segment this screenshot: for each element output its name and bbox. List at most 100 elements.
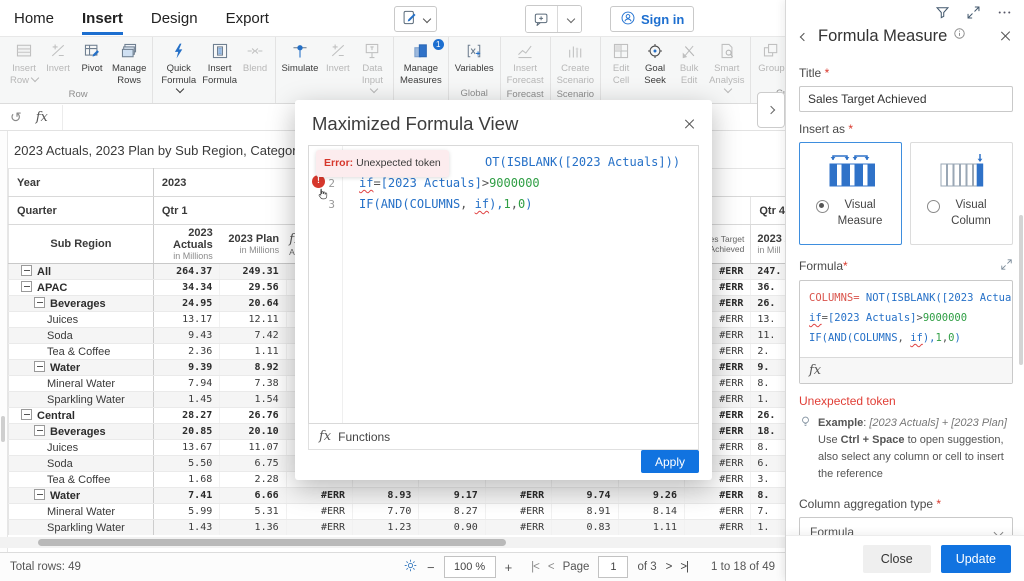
- cell[interactable]: 28.27: [153, 407, 221, 424]
- cell[interactable]: 7.41: [153, 487, 221, 504]
- page-prev-button[interactable]: <: [548, 561, 555, 573]
- row-label[interactable]: Beverages: [8, 295, 154, 312]
- panel-scrollbar-thumb[interactable]: [1019, 215, 1023, 365]
- collapse-toggle[interactable]: [34, 425, 45, 436]
- zoom-level-input[interactable]: [443, 556, 496, 578]
- row-label[interactable]: Water: [8, 487, 154, 504]
- row-label[interactable]: Soda: [8, 455, 154, 472]
- cell[interactable]: 6.: [750, 455, 785, 472]
- cell[interactable]: 8.92: [219, 359, 287, 376]
- cell[interactable]: 249.31: [219, 263, 287, 280]
- cell[interactable]: #ERR: [684, 503, 752, 520]
- apply-button[interactable]: Apply: [641, 450, 699, 473]
- page-number-input[interactable]: [598, 556, 629, 578]
- settings-gear-icon[interactable]: [403, 558, 418, 576]
- cell[interactable]: 8.93: [352, 487, 420, 504]
- ribbon-button-simulate[interactable]: Simulate: [279, 41, 321, 76]
- cell[interactable]: 36.: [750, 279, 785, 296]
- cell[interactable]: 9.39: [153, 359, 221, 376]
- cell[interactable]: 7.70: [352, 503, 420, 520]
- cell[interactable]: 1.: [750, 519, 785, 535]
- menu-tab-insert[interactable]: Insert: [82, 10, 123, 35]
- ribbon-button-manage-rows[interactable]: Manage Rows: [109, 41, 149, 87]
- collapse-toggle[interactable]: [21, 265, 32, 276]
- ribbon-button-pivot[interactable]: Pivot: [75, 41, 109, 76]
- cell[interactable]: #ERR: [286, 519, 354, 535]
- cell[interactable]: 1.43: [153, 519, 221, 535]
- cell[interactable]: 8.: [750, 439, 785, 456]
- collapse-toggle[interactable]: [34, 361, 45, 372]
- cell[interactable]: 1.11: [618, 519, 685, 535]
- row-label[interactable]: Tea & Coffee: [8, 343, 154, 360]
- ribbon-overflow-chevron[interactable]: [757, 92, 785, 128]
- cell[interactable]: 1.36: [219, 519, 287, 535]
- cell[interactable]: 11.: [750, 327, 785, 344]
- visual-column-option[interactable]: Visual Column: [910, 142, 1013, 245]
- edit-mode-button[interactable]: [394, 6, 437, 32]
- ribbon-button-variables[interactable]: Variables: [452, 41, 497, 76]
- row-label[interactable]: Mineral Water: [8, 375, 154, 392]
- cell[interactable]: 2.36: [153, 343, 221, 360]
- close-panel-icon[interactable]: [999, 30, 1011, 42]
- cell[interactable]: 9.: [750, 359, 785, 376]
- cell[interactable]: 3.: [750, 471, 785, 488]
- row-label[interactable]: Sparkling Water: [8, 519, 154, 535]
- row-label[interactable]: Water: [8, 359, 154, 376]
- close-modal-icon[interactable]: [683, 118, 695, 130]
- cell[interactable]: #ERR: [286, 503, 354, 520]
- page-last-button[interactable]: >|: [680, 561, 689, 573]
- cell[interactable]: 9.17: [418, 487, 486, 504]
- cell[interactable]: 13.17: [153, 311, 221, 328]
- row-label[interactable]: Soda: [8, 327, 154, 344]
- horizontal-scrollbar-track[interactable]: [0, 537, 785, 548]
- cell[interactable]: 26.: [750, 407, 785, 424]
- row-label[interactable]: Beverages: [8, 423, 154, 440]
- cell[interactable]: 1.: [750, 391, 785, 408]
- cell[interactable]: 247.: [750, 263, 785, 280]
- formula-editor[interactable]: COLUMNS= NOT(ISBLANK([2023 Actuals])) if=…: [800, 281, 1012, 357]
- cell[interactable]: #ERR: [286, 487, 354, 504]
- cell[interactable]: 1.68: [153, 471, 221, 488]
- add-comment-button[interactable]: [526, 6, 557, 32]
- cell[interactable]: 8.27: [418, 503, 486, 520]
- cell[interactable]: 8.14: [618, 503, 685, 520]
- ribbon-button-quick-formula[interactable]: Quick Formula: [156, 41, 201, 99]
- collapse-toggle[interactable]: [21, 281, 32, 292]
- cell[interactable]: #ERR: [485, 487, 553, 504]
- row-label[interactable]: Juices: [8, 311, 154, 328]
- zoom-in-button[interactable]: +: [505, 560, 513, 575]
- cell[interactable]: 18.: [750, 423, 785, 440]
- cell[interactable]: 8.: [750, 487, 785, 504]
- ribbon-button-insert-formula[interactable]: Insert Formula: [201, 41, 238, 87]
- ribbon-button-goal-seek[interactable]: Goal Seek: [638, 41, 672, 87]
- row-label[interactable]: Mineral Water: [8, 503, 154, 520]
- cell[interactable]: 7.38: [219, 375, 287, 392]
- cell[interactable]: 1.54: [219, 391, 287, 408]
- cell[interactable]: 0.90: [418, 519, 486, 535]
- cell[interactable]: 6.66: [219, 487, 287, 504]
- page-first-button[interactable]: |<: [531, 561, 540, 573]
- cell[interactable]: #ERR: [684, 487, 752, 504]
- cell[interactable]: 6.75: [219, 455, 287, 472]
- cell[interactable]: 13.67: [153, 439, 221, 456]
- cell[interactable]: 7.42: [219, 327, 287, 344]
- cell[interactable]: 8.: [750, 375, 785, 392]
- cell[interactable]: 20.64: [219, 295, 287, 312]
- column-aggregation-select[interactable]: Formula: [799, 517, 1013, 535]
- cell[interactable]: #ERR: [485, 519, 553, 535]
- comment-dropdown-button[interactable]: [557, 6, 581, 32]
- functions-strip[interactable]: fx: [800, 357, 1012, 383]
- cell[interactable]: 13.: [750, 311, 785, 328]
- collapse-toggle[interactable]: [34, 489, 45, 500]
- cell[interactable]: 2.: [750, 343, 785, 360]
- cell[interactable]: 1.45: [153, 391, 221, 408]
- cell[interactable]: 26.: [750, 295, 785, 312]
- cell[interactable]: 2.28: [219, 471, 287, 488]
- sign-in-button[interactable]: Sign in: [610, 6, 695, 32]
- cell[interactable]: 8.91: [551, 503, 619, 520]
- cell[interactable]: 9.43: [153, 327, 221, 344]
- maximize-formula-icon[interactable]: [1000, 258, 1013, 274]
- cell[interactable]: 26.76: [219, 407, 287, 424]
- cell[interactable]: 264.37: [153, 263, 221, 280]
- cell[interactable]: 1.23: [352, 519, 420, 535]
